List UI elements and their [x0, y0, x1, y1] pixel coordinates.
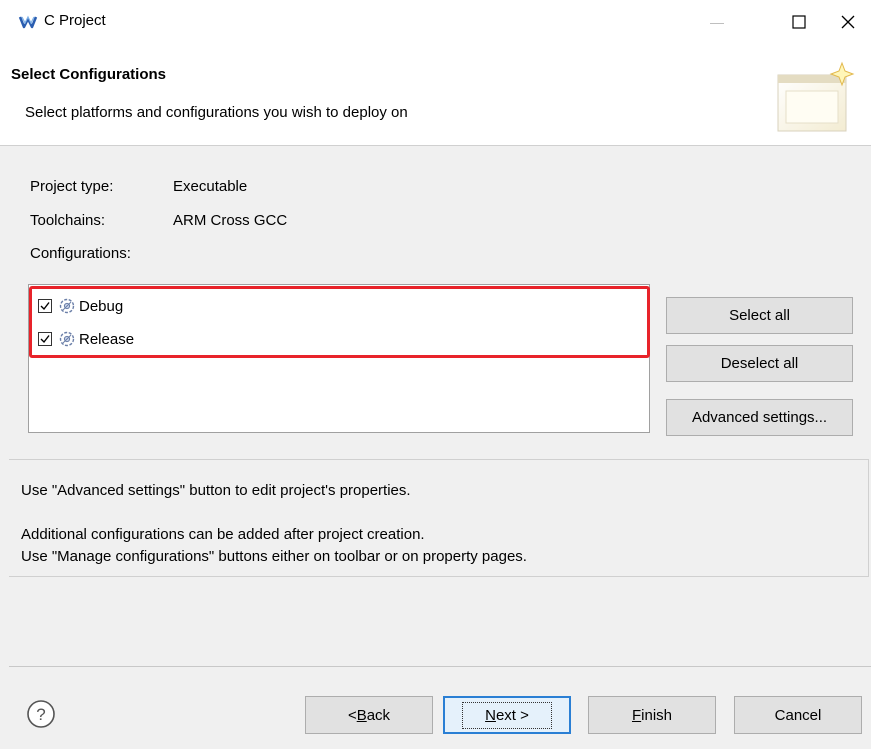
help-text-box: Use "Advanced settings" button to edit p… [9, 459, 869, 577]
checkmark-icon [40, 335, 50, 344]
project-type-label: Project type: [30, 178, 114, 195]
debug-checkbox[interactable] [38, 299, 52, 313]
config-item-release[interactable]: Release [38, 328, 134, 350]
build-config-icon [59, 331, 75, 347]
project-type-row: Project type: Executable [30, 178, 247, 195]
toolchains-label: Toolchains: [30, 212, 106, 229]
maximize-icon [792, 15, 806, 29]
close-button[interactable] [825, 0, 871, 44]
config-item-debug[interactable]: Debug [38, 295, 123, 317]
footer-divider [9, 666, 871, 667]
finish-button[interactable]: Finish [588, 696, 716, 734]
configurations-list[interactable]: Debug Release [28, 284, 650, 433]
project-type-value: Executable [173, 178, 248, 195]
help-text-line: Use "Manage configurations" buttons eith… [21, 548, 527, 565]
next-button[interactable]: Next > [443, 696, 571, 734]
toolchains-row: Toolchains: ARM Cross GCC [30, 212, 287, 229]
next-focus-ring: Next > [462, 701, 552, 729]
close-icon [841, 15, 855, 29]
minimize-button[interactable]: — [694, 0, 740, 44]
release-checkbox[interactable] [38, 332, 52, 346]
page-description: Select platforms and configurations you … [25, 104, 408, 121]
cancel-button[interactable]: Cancel [734, 696, 862, 734]
toolchains-value: ARM Cross GCC [173, 212, 288, 229]
finish-mnemonic: F [631, 706, 642, 724]
back-button[interactable]: < Back [305, 696, 433, 734]
app-logo-icon [18, 15, 38, 29]
config-label: Debug [79, 297, 124, 315]
window-title: C Project [44, 12, 106, 29]
wizard-header: Select Configurations Select platforms a… [0, 44, 871, 146]
back-prefix: < [347, 706, 357, 724]
checkmark-icon [40, 302, 50, 311]
help-icon[interactable]: ? [25, 698, 57, 730]
configurations-label: Configurations: [30, 245, 131, 262]
deselect-all-button[interactable]: Deselect all [666, 345, 853, 382]
next-label: ext > [495, 706, 529, 724]
help-glyph: ? [36, 705, 45, 724]
back-mnemonic: B [356, 706, 367, 724]
config-label: Release [79, 330, 135, 348]
back-label: ack [366, 706, 391, 724]
maximize-button[interactable] [776, 0, 822, 44]
title-bar: C Project — [0, 0, 871, 44]
minimize-icon: — [710, 14, 724, 30]
page-title: Select Configurations [11, 66, 167, 83]
wizard-window-icon [777, 61, 855, 132]
next-mnemonic: N [485, 706, 496, 724]
configurations-row: Configurations: [30, 245, 131, 262]
help-text-line: Use "Advanced settings" button to edit p… [21, 482, 411, 499]
advanced-settings-button[interactable]: Advanced settings... [666, 399, 853, 436]
select-all-button[interactable]: Select all [666, 297, 853, 334]
build-config-icon [59, 298, 75, 314]
help-text-line: Additional configurations can be added a… [21, 526, 425, 543]
finish-label: inish [641, 706, 673, 724]
